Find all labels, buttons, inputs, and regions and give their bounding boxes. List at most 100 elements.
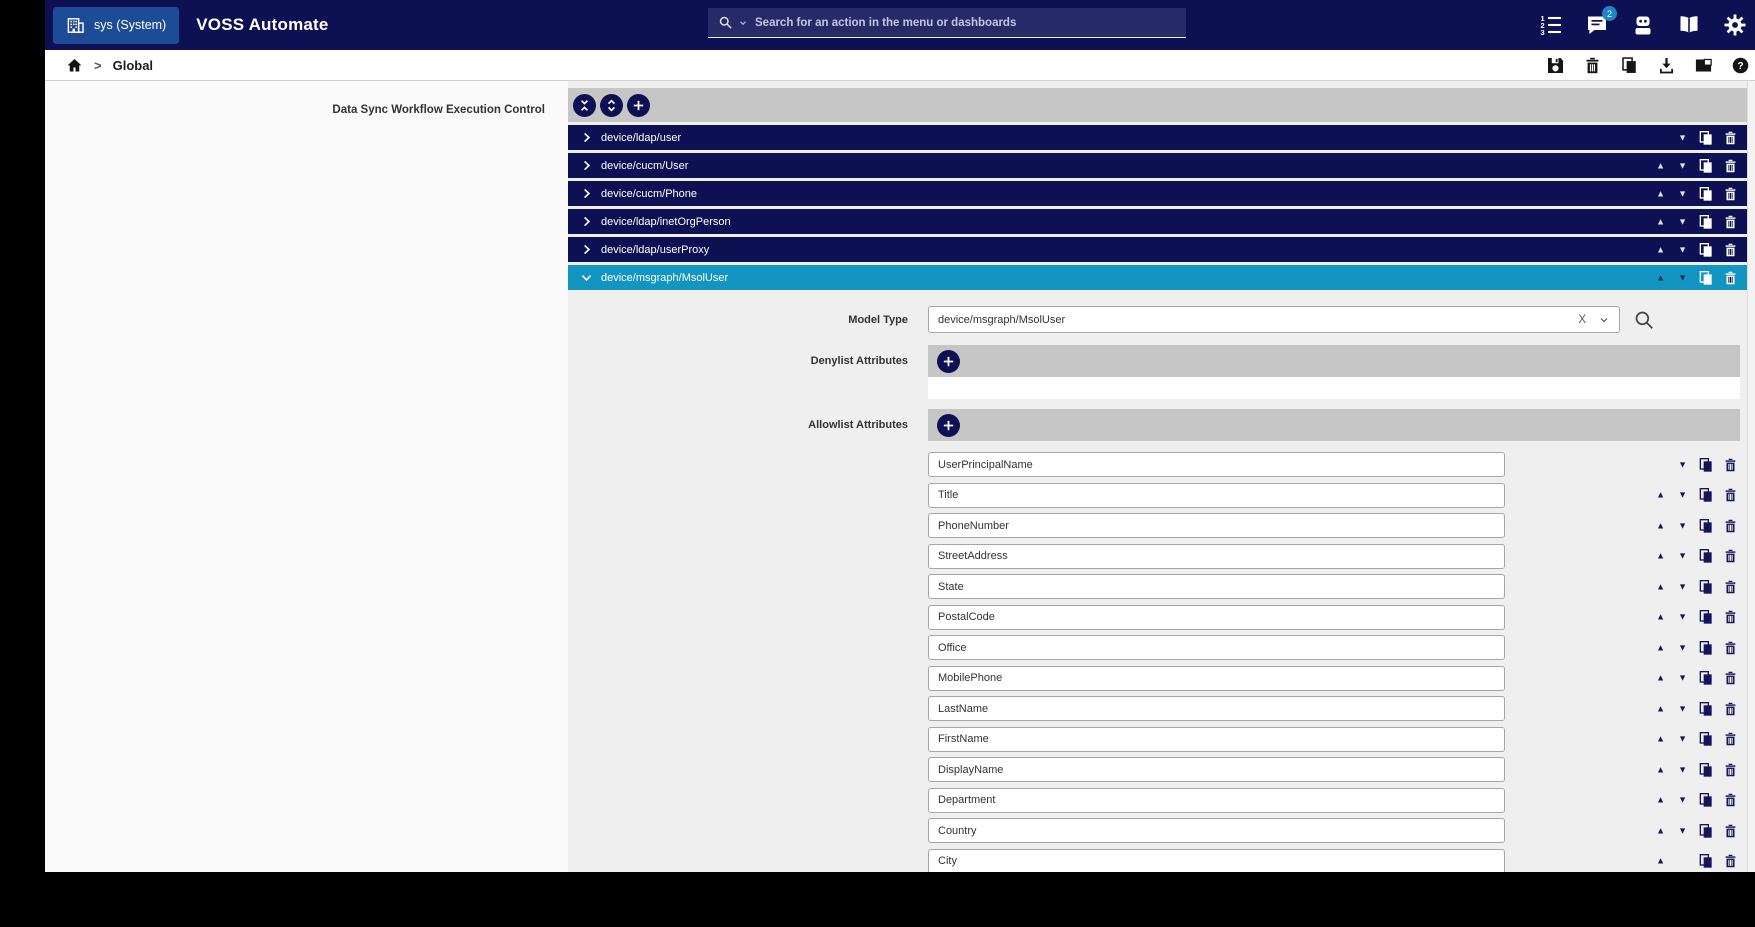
- move-up-icon[interactable]: ▲: [1656, 613, 1665, 622]
- move-down-icon[interactable]: ▼: [1678, 613, 1687, 622]
- allowlist-attribute-input[interactable]: [928, 574, 1505, 599]
- delete-icon[interactable]: [1723, 157, 1738, 174]
- move-up-icon[interactable]: ▲: [1656, 765, 1665, 774]
- clone-icon[interactable]: [1620, 56, 1639, 75]
- move-down-icon[interactable]: ▼: [1678, 217, 1687, 226]
- move-down-icon[interactable]: ▼: [1678, 161, 1687, 170]
- section-row[interactable]: device/msgraph/MsolUser ▲ ▼: [568, 265, 1747, 290]
- copy-icon[interactable]: [1698, 269, 1714, 286]
- model-type-search-icon[interactable]: [1633, 309, 1655, 331]
- move-down-icon[interactable]: ▼: [1678, 552, 1687, 561]
- copy-icon[interactable]: [1698, 578, 1714, 595]
- delete-icon[interactable]: [1723, 213, 1738, 230]
- move-down-icon[interactable]: ▼: [1678, 735, 1687, 744]
- action-search-input[interactable]: [753, 16, 1176, 30]
- allowlist-attribute-input[interactable]: [928, 696, 1505, 721]
- allowlist-attribute-input[interactable]: [928, 818, 1505, 843]
- section-row[interactable]: device/ldap/inetOrgPerson ▲ ▼: [568, 209, 1747, 234]
- copy-icon[interactable]: [1698, 548, 1714, 565]
- delete-icon[interactable]: [1723, 185, 1738, 202]
- move-down-icon[interactable]: ▼: [1678, 245, 1687, 254]
- delete-icon[interactable]: [1583, 56, 1602, 75]
- copy-icon[interactable]: [1698, 700, 1714, 717]
- move-up-icon[interactable]: ▲: [1656, 643, 1665, 652]
- allowlist-attribute-input[interactable]: [928, 544, 1505, 569]
- add-section-button[interactable]: [627, 94, 650, 117]
- add-allowlist-attribute-button[interactable]: [937, 414, 960, 437]
- home-icon[interactable]: [66, 57, 83, 74]
- delete-icon[interactable]: [1723, 487, 1738, 504]
- move-icon[interactable]: [1694, 56, 1713, 75]
- delete-icon[interactable]: [1723, 853, 1738, 870]
- section-row[interactable]: device/cucm/Phone ▲ ▼: [568, 181, 1747, 206]
- move-up-icon[interactable]: ▲: [1656, 552, 1665, 561]
- export-icon[interactable]: [1657, 56, 1676, 75]
- move-down-icon[interactable]: ▼: [1678, 460, 1687, 469]
- copy-icon[interactable]: [1698, 129, 1714, 146]
- move-down-icon[interactable]: ▼: [1678, 491, 1687, 500]
- section-row[interactable]: device/ldap/userProxy ▲ ▼: [568, 237, 1747, 262]
- move-down-icon[interactable]: ▼: [1678, 765, 1687, 774]
- allowlist-attribute-input[interactable]: [928, 666, 1505, 691]
- delete-icon[interactable]: [1723, 822, 1738, 839]
- save-icon[interactable]: [1546, 56, 1565, 75]
- copy-icon[interactable]: [1698, 670, 1714, 687]
- documentation-icon[interactable]: [1677, 13, 1701, 37]
- move-up-icon[interactable]: ▲: [1656, 796, 1665, 805]
- section-row[interactable]: device/ldap/user ▼: [568, 125, 1747, 150]
- model-type-input[interactable]: [929, 314, 1578, 326]
- transaction-list-icon[interactable]: 123: [1539, 13, 1563, 37]
- delete-icon[interactable]: [1723, 517, 1738, 534]
- allowlist-attribute-input[interactable]: [928, 727, 1505, 752]
- move-down-icon[interactable]: ▼: [1678, 189, 1687, 198]
- move-down-icon[interactable]: ▼: [1678, 704, 1687, 713]
- help-icon[interactable]: ?: [1731, 56, 1750, 75]
- copy-icon[interactable]: [1698, 517, 1714, 534]
- allowlist-attribute-input[interactable]: [928, 513, 1505, 538]
- move-down-icon[interactable]: ▼: [1678, 273, 1687, 282]
- move-up-icon[interactable]: ▲: [1656, 674, 1665, 683]
- collapse-all-button[interactable]: [573, 94, 596, 117]
- add-denylist-attribute-button[interactable]: [937, 350, 960, 373]
- move-up-icon[interactable]: ▲: [1656, 189, 1665, 198]
- section-chevron-icon[interactable]: [580, 271, 593, 284]
- copy-icon[interactable]: [1698, 761, 1714, 778]
- copy-icon[interactable]: [1698, 185, 1714, 202]
- move-up-icon[interactable]: ▲: [1656, 735, 1665, 744]
- tenant-badge[interactable]: sys (System): [53, 7, 179, 44]
- allowlist-attribute-input[interactable]: [928, 757, 1505, 782]
- copy-icon[interactable]: [1698, 487, 1714, 504]
- move-down-icon[interactable]: ▼: [1678, 582, 1687, 591]
- section-chevron-icon[interactable]: [580, 215, 593, 228]
- delete-icon[interactable]: [1723, 700, 1738, 717]
- vertical-scrollbar[interactable]: [1747, 81, 1755, 872]
- move-up-icon[interactable]: ▲: [1656, 491, 1665, 500]
- allowlist-attribute-input[interactable]: [928, 635, 1505, 660]
- allowlist-attribute-input[interactable]: [928, 788, 1505, 813]
- delete-icon[interactable]: [1723, 548, 1738, 565]
- delete-icon[interactable]: [1723, 609, 1738, 626]
- expand-all-button[interactable]: [600, 94, 623, 117]
- copy-icon[interactable]: [1698, 639, 1714, 656]
- move-down-icon[interactable]: ▼: [1678, 133, 1687, 142]
- section-chevron-icon[interactable]: [580, 187, 593, 200]
- delete-icon[interactable]: [1723, 639, 1738, 656]
- move-down-icon[interactable]: ▼: [1678, 826, 1687, 835]
- copy-icon[interactable]: [1698, 241, 1714, 258]
- copy-icon[interactable]: [1698, 213, 1714, 230]
- delete-icon[interactable]: [1723, 731, 1738, 748]
- copy-icon[interactable]: [1698, 822, 1714, 839]
- delete-icon[interactable]: [1723, 269, 1738, 286]
- move-down-icon[interactable]: ▼: [1678, 643, 1687, 652]
- copy-icon[interactable]: [1698, 731, 1714, 748]
- delete-icon[interactable]: [1723, 456, 1738, 473]
- copy-icon[interactable]: [1698, 609, 1714, 626]
- notifications-icon[interactable]: 2: [1585, 13, 1609, 37]
- copy-icon[interactable]: [1698, 157, 1714, 174]
- copy-icon[interactable]: [1698, 853, 1714, 870]
- move-down-icon[interactable]: ▼: [1678, 796, 1687, 805]
- move-up-icon[interactable]: ▲: [1656, 582, 1665, 591]
- move-up-icon[interactable]: ▲: [1656, 217, 1665, 226]
- allowlist-attribute-input[interactable]: [928, 605, 1505, 630]
- copy-icon[interactable]: [1698, 456, 1714, 473]
